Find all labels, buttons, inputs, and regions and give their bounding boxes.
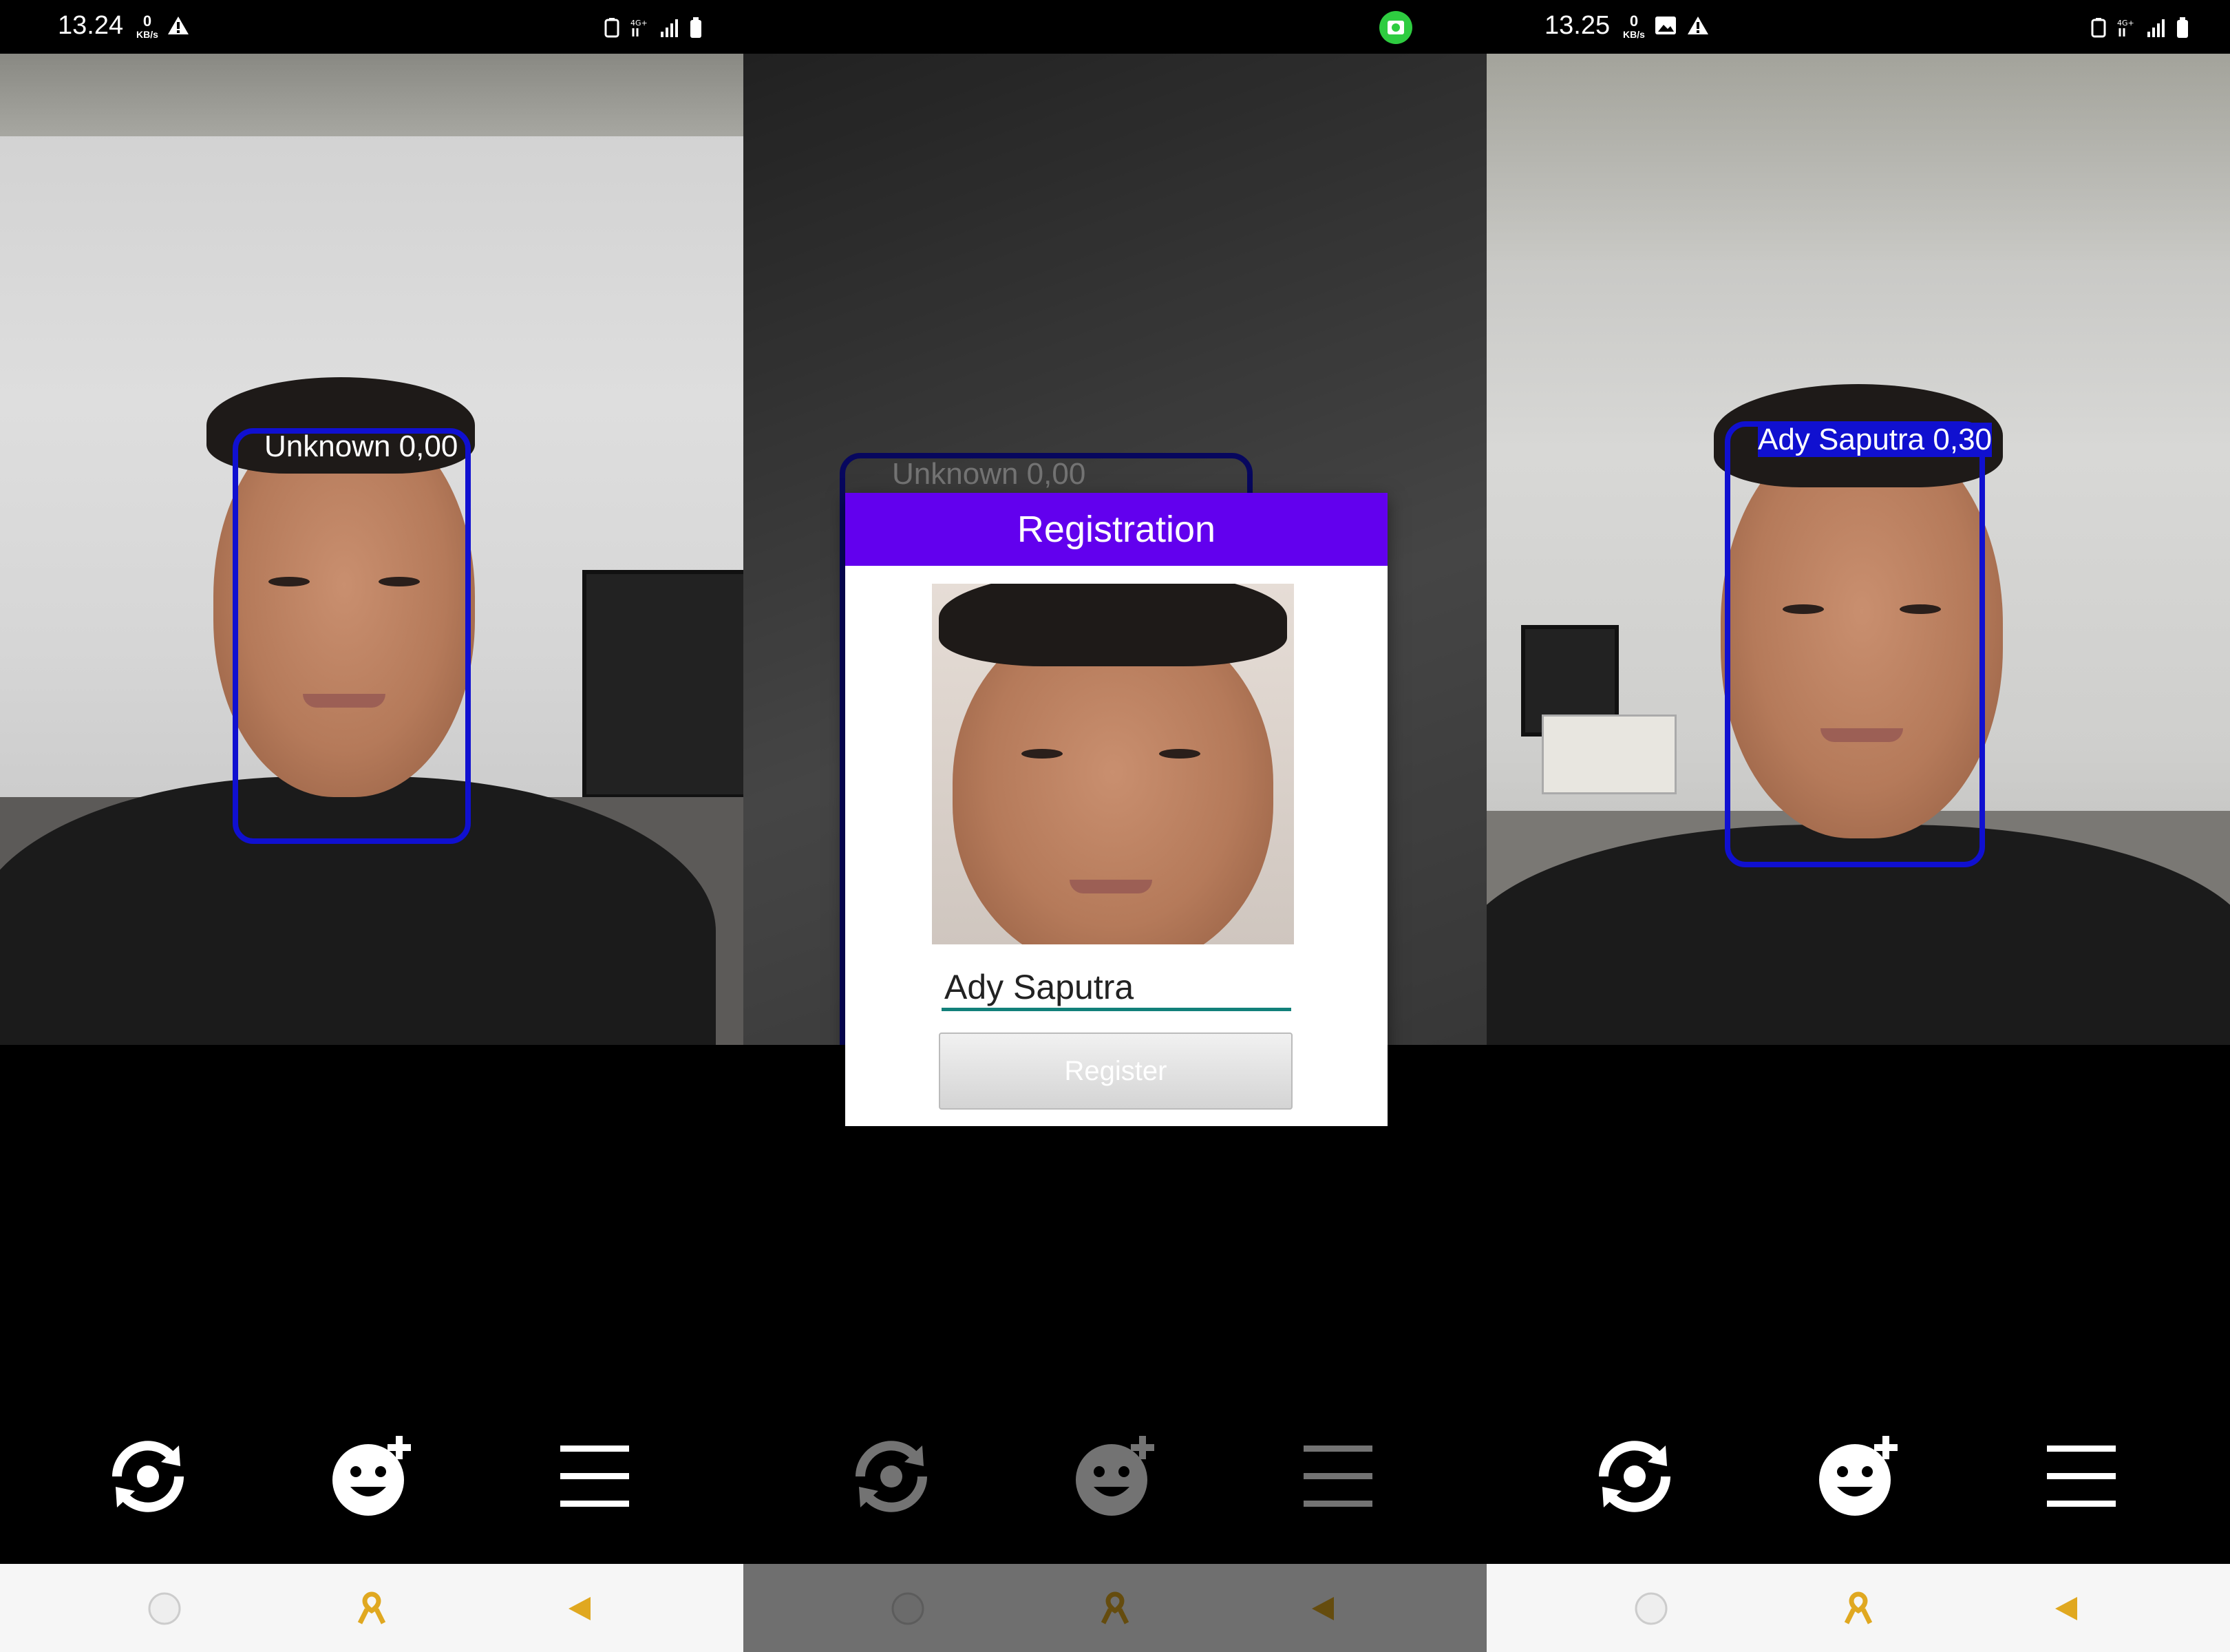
status-time: 13.25: [1544, 11, 1611, 40]
power-supply: [1542, 714, 1677, 794]
back-icon[interactable]: [1306, 1591, 1341, 1626]
network-speed: 0 KB/s: [136, 12, 158, 41]
switch-camera-icon[interactable]: [847, 1432, 936, 1521]
svg-text:4G+: 4G+: [2117, 19, 2134, 28]
home-icon[interactable]: [1634, 1591, 1668, 1626]
battery-saver-icon: [604, 18, 619, 38]
face-bounding-box: [1725, 421, 1985, 867]
window-frame: [0, 54, 743, 136]
add-face-icon[interactable]: [1070, 1432, 1160, 1521]
face-label: Unknown 0,00: [892, 457, 1086, 491]
home-icon[interactable]: [147, 1591, 182, 1626]
menu-icon[interactable]: [551, 1432, 640, 1521]
signal-icon: [2147, 19, 2165, 37]
navigation-bar: [0, 1564, 743, 1652]
camera-preview: Ady Saputra 0,30: [1487, 54, 2230, 1045]
window-frame: [1487, 54, 2230, 260]
signal-icon: [661, 19, 678, 37]
network-speed: 0 KB/s: [1623, 12, 1645, 41]
switch-camera-icon[interactable]: [103, 1432, 193, 1521]
add-face-icon[interactable]: [327, 1432, 416, 1521]
status-icons: 4G+: [2091, 15, 2189, 40]
back-icon[interactable]: [563, 1591, 597, 1626]
navigation-bar: [743, 1564, 1487, 1652]
face-label: Unknown 0,00: [264, 430, 458, 463]
toolbar: [0, 1390, 743, 1556]
warning-icon: [1688, 17, 1708, 34]
toolbar: [1487, 1390, 2230, 1556]
warning-icon: [168, 17, 189, 34]
back-icon[interactable]: [2050, 1591, 2084, 1626]
network-4g-icon: 4G+: [2117, 19, 2134, 36]
ribbon-icon[interactable]: [1098, 1591, 1132, 1626]
toolbar: [743, 1390, 1487, 1556]
add-face-icon[interactable]: [1814, 1432, 1903, 1521]
status-icons: 4G+: [604, 15, 702, 40]
panel-3: 13.25 0 KB/s 4G+ Ady Saputra 0,30: [1487, 0, 2230, 1652]
image-icon: [1655, 17, 1676, 34]
face-label: Ady Saputra 0,30: [1758, 423, 1993, 457]
menu-icon[interactable]: [1294, 1432, 1383, 1521]
battery-icon: [2177, 17, 2188, 38]
registration-dialog: Registration Register: [845, 493, 1388, 1126]
menu-icon[interactable]: [2037, 1432, 2127, 1521]
camera-preview: Unknown 0,00: [0, 54, 743, 1045]
network-4g-icon: 4G+: [630, 19, 648, 36]
face-photo: [932, 584, 1294, 944]
ribbon-icon[interactable]: [1841, 1591, 1876, 1626]
face-bounding-box: [233, 428, 471, 844]
panel-2: Unknown 0,00 Registration Register: [743, 0, 1487, 1652]
monitor: [582, 570, 743, 798]
ribbon-icon[interactable]: [354, 1591, 389, 1626]
battery-saver-icon: [2091, 18, 2106, 38]
status-bar: 13.25 0 KB/s 4G+: [1487, 0, 2230, 54]
status-time: 13.24: [58, 11, 124, 40]
status-bar: 13.24 0 KB/s 4G+: [0, 0, 743, 54]
register-button[interactable]: Register: [939, 1032, 1293, 1110]
status-bar: [743, 0, 1487, 54]
dialog-title: Registration: [845, 493, 1388, 566]
home-icon[interactable]: [891, 1591, 925, 1626]
panel-1: 13.24 0 KB/s 4G+ Unknown 0,00: [0, 0, 743, 1652]
name-field[interactable]: [942, 966, 1291, 1011]
battery-icon: [690, 17, 701, 38]
svg-text:4G+: 4G+: [630, 19, 648, 28]
navigation-bar: [1487, 1564, 2230, 1652]
switch-camera-icon[interactable]: [1590, 1432, 1679, 1521]
screen-record-icon: [1379, 11, 1412, 44]
